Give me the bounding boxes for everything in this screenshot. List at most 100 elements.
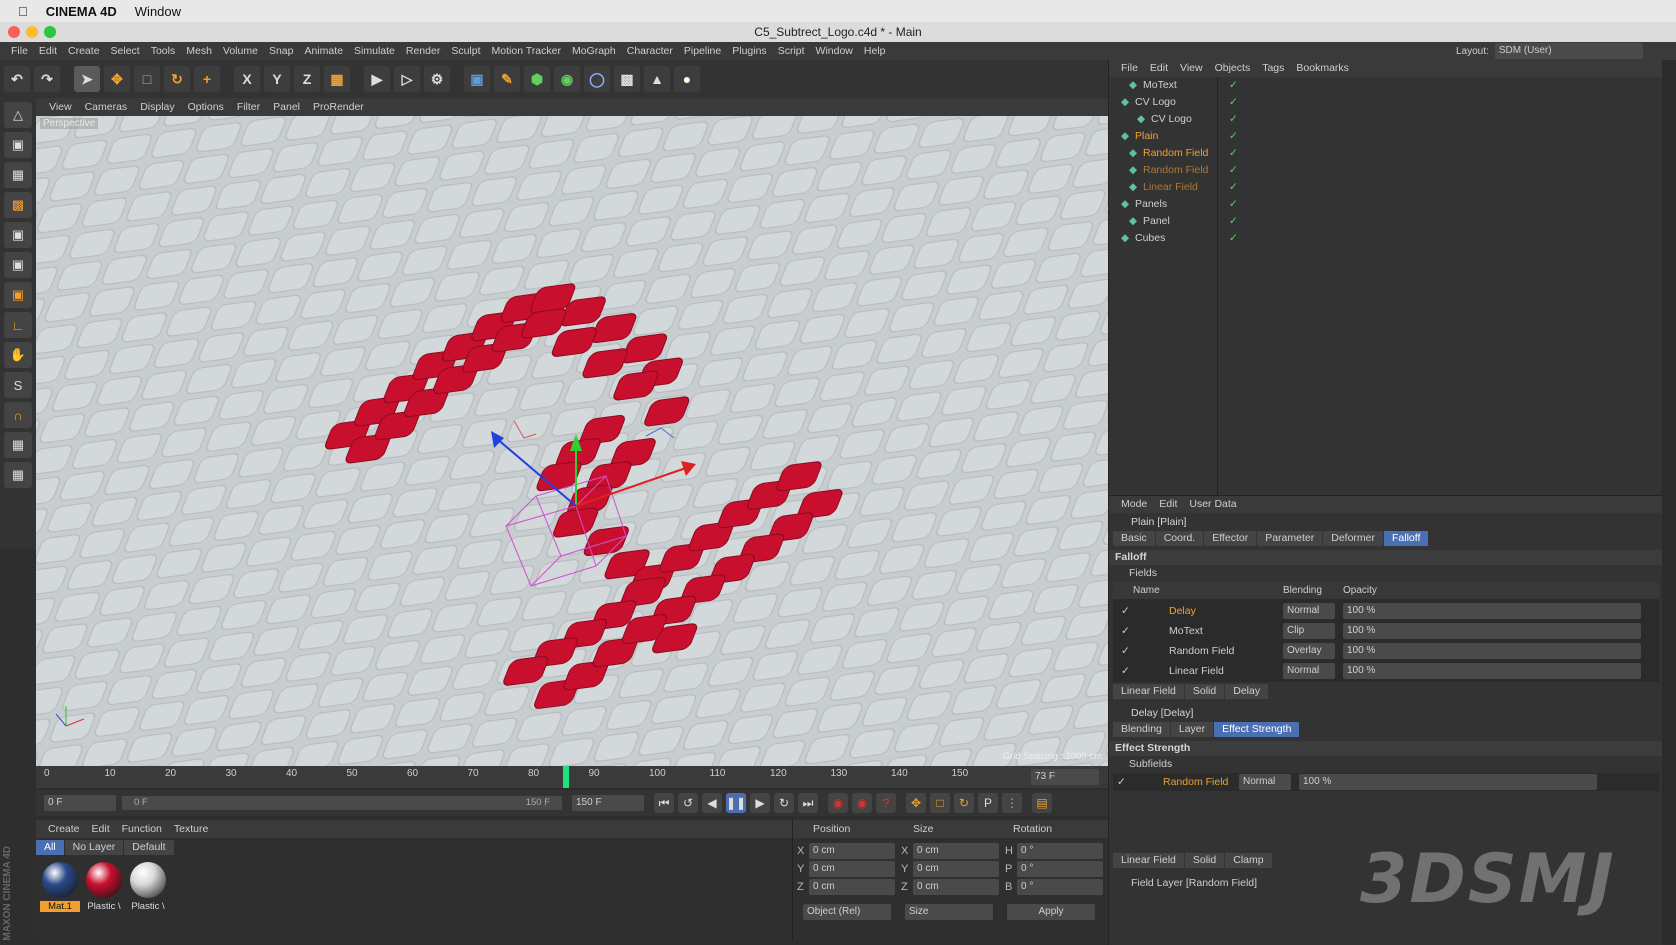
next-frame-icon[interactable]: ▶ (750, 793, 770, 813)
visibility-check-icon[interactable]: ✓ (1229, 196, 1238, 213)
apple-icon[interactable]:  (18, 4, 28, 19)
keyframe-selection-icon[interactable]: ? (876, 793, 896, 813)
tab-coord[interactable]: Coord. (1155, 531, 1204, 546)
make-editable-icon[interactable]: △ (4, 102, 32, 128)
object-row[interactable]: ◆ Random Field ✓ (1109, 162, 1663, 179)
visibility-check-icon[interactable]: ✓ (1229, 230, 1238, 247)
layout-dropdown[interactable]: SDM (User) (1494, 43, 1643, 59)
app-menu[interactable]: CINEMA 4D (46, 4, 117, 19)
tab-effector[interactable]: Effector (1204, 531, 1257, 546)
menu-motion-tracker[interactable]: Motion Tracker (492, 45, 561, 57)
object-row[interactable]: ◆ CV Logo ✓ (1109, 94, 1663, 111)
cube-icon[interactable]: ▣ (464, 66, 490, 92)
render-picture-viewer-icon[interactable]: ▷ (394, 66, 420, 92)
subfield-clamp-button[interactable]: Clamp (1225, 853, 1272, 868)
viewport-menu-view[interactable]: View (49, 101, 72, 113)
size-field[interactable]: 0 cm (913, 879, 999, 895)
previous-frame-icon[interactable]: ◀ (702, 793, 722, 813)
layer-check-icon[interactable]: ✓ (1121, 662, 1130, 680)
autokey-icon[interactable]: ◉ (852, 793, 872, 813)
scale-key-icon[interactable]: □ (930, 793, 950, 813)
material-menu-edit[interactable]: Edit (92, 823, 110, 835)
material-menu-texture[interactable]: Texture (174, 823, 208, 835)
texture-mode-icon[interactable]: ▦ (4, 162, 32, 188)
x-axis-icon[interactable]: X (234, 66, 260, 92)
menu-mesh[interactable]: Mesh (186, 45, 212, 57)
light-icon[interactable]: ● (674, 66, 700, 92)
add-delay-button[interactable]: Delay (1225, 684, 1269, 699)
material-menu-function[interactable]: Function (122, 823, 162, 835)
material-swatch[interactable]: Mat.1 (40, 862, 80, 912)
menu-volume[interactable]: Volume (223, 45, 258, 57)
material-filter-all[interactable]: All (36, 840, 64, 855)
om-menu-tags[interactable]: Tags (1262, 62, 1284, 74)
visibility-check-icon[interactable]: ✓ (1229, 145, 1238, 162)
rotation-field[interactable]: 0 ° (1017, 843, 1103, 859)
material-filter-default[interactable]: Default (124, 840, 174, 855)
timeline[interactable]: 73 F 0 10 20 30 40 50 60 70 80 90 100 110 120 130 140 1… (36, 766, 1108, 788)
menu-animate[interactable]: Animate (304, 45, 343, 57)
position-key-icon[interactable]: ✥ (906, 793, 926, 813)
menu-create[interactable]: Create (68, 45, 100, 57)
frame-range-slider[interactable]: 0 F 150 F (122, 796, 562, 810)
visibility-check-icon[interactable]: ✓ (1229, 128, 1238, 145)
om-menu-view[interactable]: View (1180, 62, 1203, 74)
viewport-menu-options[interactable]: Options (188, 101, 224, 113)
subtab-blending[interactable]: Blending (1113, 722, 1170, 737)
window-menu[interactable]: Window (135, 4, 181, 19)
visibility-check-icon[interactable]: ✓ (1229, 179, 1238, 196)
menu-file[interactable]: File (11, 45, 28, 57)
tab-falloff[interactable]: Falloff (1384, 531, 1429, 546)
object-row[interactable]: ◆ Panels ✓ (1109, 196, 1663, 213)
object-row[interactable]: ◆ Cubes ✓ (1109, 230, 1663, 247)
position-field[interactable]: 0 cm (809, 879, 895, 895)
points-mode-icon[interactable]: ▣ (4, 222, 32, 248)
object-row[interactable]: ◆ Plain ✓ (1109, 128, 1663, 145)
subfield-opacity-field[interactable]: 100 % (1299, 774, 1597, 790)
size-mode-dropdown[interactable]: Size (905, 904, 993, 920)
position-field[interactable]: 0 cm (809, 843, 895, 859)
am-menu-edit[interactable]: Edit (1159, 498, 1177, 510)
go-to-end-icon[interactable]: ⏭ (798, 793, 818, 813)
visibility-check-icon[interactable]: ✓ (1229, 213, 1238, 230)
move-icon[interactable]: ✥ (104, 66, 130, 92)
tweak-mode-icon[interactable]: ✋ (4, 342, 32, 368)
object-row[interactable]: ◆ Random Field ✓ (1109, 145, 1663, 162)
end-frame-field[interactable]: 150 F (572, 795, 644, 811)
rotation-field[interactable]: 0 ° (1017, 861, 1103, 877)
object-row[interactable]: ◆ Panel ✓ (1109, 213, 1663, 230)
edges-mode-icon[interactable]: ▣ (4, 252, 32, 278)
zoom-button[interactable] (44, 26, 56, 38)
viewport-menu-filter[interactable]: Filter (237, 101, 260, 113)
layer-blend-dropdown[interactable]: Normal (1283, 603, 1335, 619)
menu-help[interactable]: Help (864, 45, 886, 57)
menu-sculpt[interactable]: Sculpt (451, 45, 480, 57)
array-icon[interactable]: ◉ (554, 66, 580, 92)
floor-icon[interactable]: ▩ (614, 66, 640, 92)
viewport-menu-prorender[interactable]: ProRender (313, 101, 364, 113)
select-cursor-icon[interactable]: ➤ (74, 66, 100, 92)
object-row[interactable]: ◆ Linear Field ✓ (1109, 179, 1663, 196)
subfield-check-icon[interactable]: ✓ (1117, 773, 1126, 791)
layer-opacity-field[interactable]: 100 % (1343, 623, 1641, 639)
am-menu-user-data[interactable]: User Data (1189, 498, 1236, 510)
layer-check-icon[interactable]: ✓ (1121, 642, 1130, 660)
live-selection-icon[interactable]: + (194, 66, 220, 92)
undo-icon[interactable]: ↶ (4, 66, 30, 92)
record-icon[interactable]: ◉ (828, 793, 848, 813)
om-menu-bookmarks[interactable]: Bookmarks (1296, 62, 1349, 74)
subfield-solid-button[interactable]: Solid (1184, 853, 1225, 868)
subtab-layer[interactable]: Layer (1170, 722, 1214, 737)
subfield-blend-dropdown[interactable]: Normal (1239, 774, 1291, 790)
menu-snap[interactable]: Snap (269, 45, 294, 57)
menu-mograph[interactable]: MoGraph (572, 45, 616, 57)
layer-blend-dropdown[interactable]: Overlay (1283, 643, 1335, 659)
material-swatch[interactable]: Plastic \ (128, 862, 168, 912)
axis-mode-icon[interactable]: ∟ (4, 312, 32, 338)
layer-blend-dropdown[interactable]: Normal (1283, 663, 1335, 679)
redo-icon[interactable]: ↷ (34, 66, 60, 92)
visibility-check-icon[interactable]: ✓ (1229, 77, 1238, 94)
rotate-icon[interactable]: ↻ (164, 66, 190, 92)
menu-pipeline[interactable]: Pipeline (684, 45, 721, 57)
point-level-icon[interactable]: ⋮ (1002, 793, 1022, 813)
